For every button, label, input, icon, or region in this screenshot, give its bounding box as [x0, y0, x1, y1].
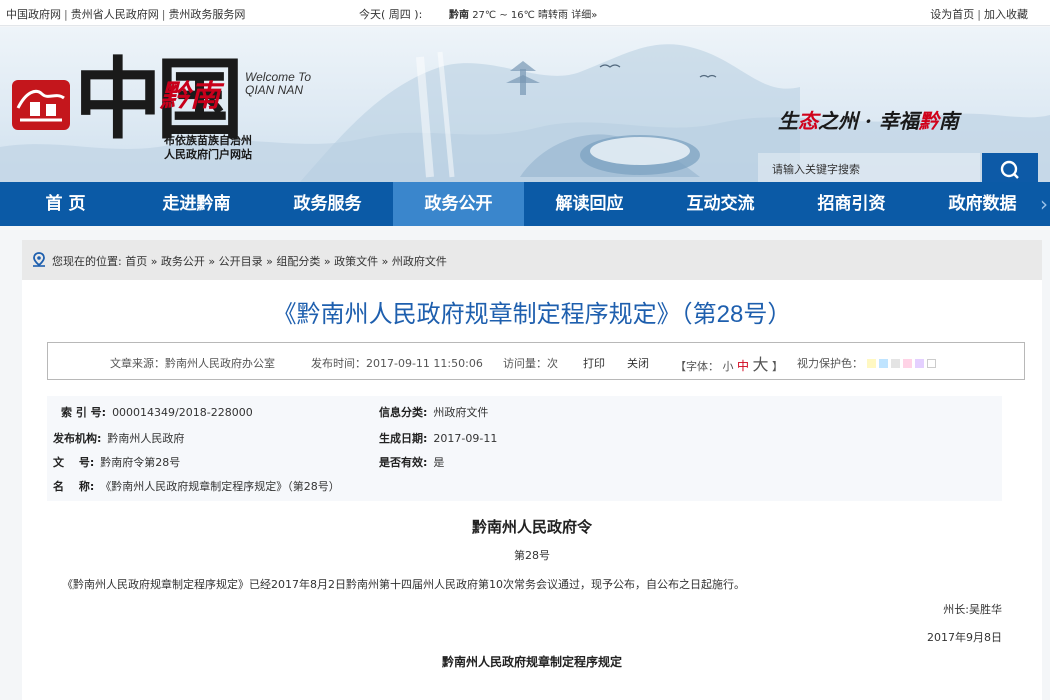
color-swatch-purple[interactable] [914, 359, 924, 368]
subtitle-line1: 布依族苗族自治州 [164, 134, 252, 147]
font-label: 【字体： [675, 360, 719, 373]
breadcrumb-text: 您现在的位置: 首页 » 政务公开 » 公开目录 » 组配分类 » 政策文件 »… [52, 255, 447, 268]
info-label: 名 称: [53, 480, 95, 493]
nav-interaction[interactable]: 互动交流 [655, 182, 786, 226]
info-label: 文 号: [53, 456, 95, 469]
font-medium-button[interactable]: 中 [737, 359, 749, 373]
eye-care-label: 视力保护色： [797, 357, 863, 370]
slogan-part-red: 黔 [918, 109, 939, 133]
info-label: 是否有效: [379, 456, 428, 469]
nav-gov-data[interactable]: 政府数据 [917, 182, 1048, 226]
slogan-part: 之州 · 幸福 [818, 109, 919, 133]
slogan-part-red: 态 [798, 109, 818, 133]
link-gov-cn[interactable]: 中国政府网 [6, 8, 61, 21]
document-heading: 黔南州人民政府令 [471, 518, 592, 536]
info-value: 黔南府令第28号 [100, 456, 181, 469]
meta-publish-time: 发布时间：2017-09-11 11:50:06 [311, 357, 483, 370]
logo-subtitle: 布依族苗族自治州 人民政府门户网站 [164, 134, 252, 162]
nav-gov-affairs-open[interactable]: 政务公开 [393, 182, 524, 226]
meta-source: 文章来源：黔南州人民政府办公室 [110, 357, 275, 370]
info-label: 索 引 号: [61, 406, 107, 419]
top-links: 中国政府网 | 贵州省人民政府网 | 贵州政务服务网 [6, 6, 245, 22]
document-number: 第28号 [514, 549, 550, 562]
font-small-button[interactable]: 小 [723, 360, 734, 373]
print-button[interactable]: 打印 [583, 355, 605, 371]
info-label: 信息分类: [379, 406, 428, 419]
today-label: 今天( 周四 ): [359, 8, 423, 21]
nav-investment[interactable]: 招商引资 [786, 182, 917, 226]
slogan: 生态之州 · 幸福黔南 [778, 105, 959, 134]
font-large-button[interactable]: 大 [753, 355, 769, 374]
info-value: 黔南州人民政府 [107, 432, 185, 445]
article-title: 《黔南州人民政府规章制定程序规定》（第28号） [272, 301, 792, 328]
document-info-table: 索 引 号: 000014349/2018-228000 信息分类: 州政府文件 发… [47, 396, 1002, 501]
nav-home[interactable]: 首 页 [0, 182, 131, 226]
color-swatch-pink[interactable] [902, 359, 912, 368]
info-label: 生成日期: [379, 432, 428, 445]
color-swatch-white[interactable] [926, 359, 936, 368]
divider: | [64, 8, 68, 21]
slogan-part: 生 [778, 109, 798, 133]
eye-care-control: 视力保护色： [797, 355, 939, 371]
document-sign-date: 2017年9月8日 [927, 631, 1002, 644]
link-guizhou-gov[interactable]: 贵州省人民政府网 [71, 8, 159, 21]
article-panel: 《黔南州人民政府规章制定程序规定》（第28号） 文章来源：黔南州人民政府办公室 … [22, 280, 1042, 700]
info-label: 发布机构: [53, 432, 102, 445]
info-name: 名 称: 《黔南州人民政府规章制定程序规定》（第28号） [53, 478, 340, 494]
font-size-control: 【字体： 小 中 大 】 [675, 351, 783, 375]
color-swatch-gray[interactable] [890, 359, 900, 368]
article-meta-bar: 文章来源：黔南州人民政府办公室 发布时间：2017-09-11 11:50:06… [47, 342, 1025, 380]
info-value: 000014349/2018-228000 [112, 406, 253, 419]
nav-about-qiannan[interactable]: 走进黔南 [131, 182, 262, 226]
weather-info[interactable]: 黔南 27℃ ~ 16℃ 晴转雨 详细» [449, 6, 597, 21]
info-value: 《黔南州人民政府规章制定程序规定》（第28号） [100, 480, 340, 493]
info-category: 信息分类: 州政府文件 [379, 404, 488, 420]
set-home-link[interactable]: 设为首页 [930, 8, 974, 21]
document-subheading: 黔南州人民政府规章制定程序规定 [441, 655, 622, 669]
meta-views: 访问量：次 [503, 357, 558, 370]
welcome-line2: QIAN NAN [245, 83, 304, 97]
info-index: 索 引 号: 000014349/2018-228000 [61, 404, 253, 420]
subtitle-line2: 人民政府门户网站 [164, 148, 252, 161]
search-icon [1000, 160, 1019, 179]
top-bar: 中国政府网 | 贵州省人民政府网 | 贵州政务服务网 今天( 周四 ): 黔南 27℃ … [0, 0, 1050, 26]
breadcrumb: 您现在的位置: 首页 » 政务公开 » 公开目录 » 组配分类 » 政策文件 »… [22, 240, 1042, 280]
search-button[interactable] [982, 153, 1038, 182]
add-favorite-link[interactable]: 加入收藏 [984, 8, 1028, 21]
document-signature: 州长:吴胜华 [943, 603, 1002, 616]
link-guizhou-service[interactable]: 贵州政务服务网 [168, 8, 245, 21]
slogan-part: 南 [938, 109, 959, 133]
info-value: 是 [433, 456, 445, 469]
weather-text: 27℃ ~ 16℃ 晴转雨 详细» [472, 10, 598, 21]
logo-city-name: 黔南 [160, 79, 220, 114]
main-nav: 首 页 走进黔南 政务服务 政务公开 解读回应 互动交流 招商引资 政府数据 › [0, 182, 1050, 226]
document-paragraph: 《黔南州人民政府规章制定程序规定》已经2017年8月2日黔南州第十四届州人民政府… [62, 578, 745, 591]
search-box [758, 153, 1038, 182]
info-valid: 是否有效: 是 [379, 454, 444, 470]
color-swatch-blue[interactable] [878, 359, 888, 368]
font-end: 】 [772, 360, 784, 373]
location-pin-icon [33, 252, 45, 267]
info-doc-number: 文 号: 黔南府令第28号 [53, 454, 180, 470]
site-banner: 中国 黔南 Welcome To QIAN NAN 布依族苗族自治州 人民政府门… [0, 27, 1050, 182]
info-value: 2017-09-11 [433, 432, 498, 445]
search-input[interactable] [758, 153, 980, 182]
divider: | [161, 8, 166, 21]
divider: | [977, 8, 981, 21]
info-org: 发布机构: 黔南州人民政府 [53, 430, 184, 446]
info-date: 生成日期: 2017-09-11 [379, 430, 497, 446]
weather-city: 黔南 [449, 10, 469, 21]
logo-welcome-text: Welcome To QIAN NAN [245, 71, 311, 97]
nav-gov-services[interactable]: 政务服务 [262, 182, 393, 226]
color-swatch-yellow[interactable] [866, 359, 876, 368]
nav-interpretation[interactable]: 解读回应 [524, 182, 655, 226]
info-value: 州政府文件 [433, 406, 489, 419]
top-right-links: 设为首页 | 加入收藏 [930, 6, 1028, 22]
close-button[interactable]: 关闭 [627, 355, 649, 371]
site-logo-icon [12, 80, 70, 130]
chevron-right-icon[interactable]: › [1040, 182, 1050, 226]
